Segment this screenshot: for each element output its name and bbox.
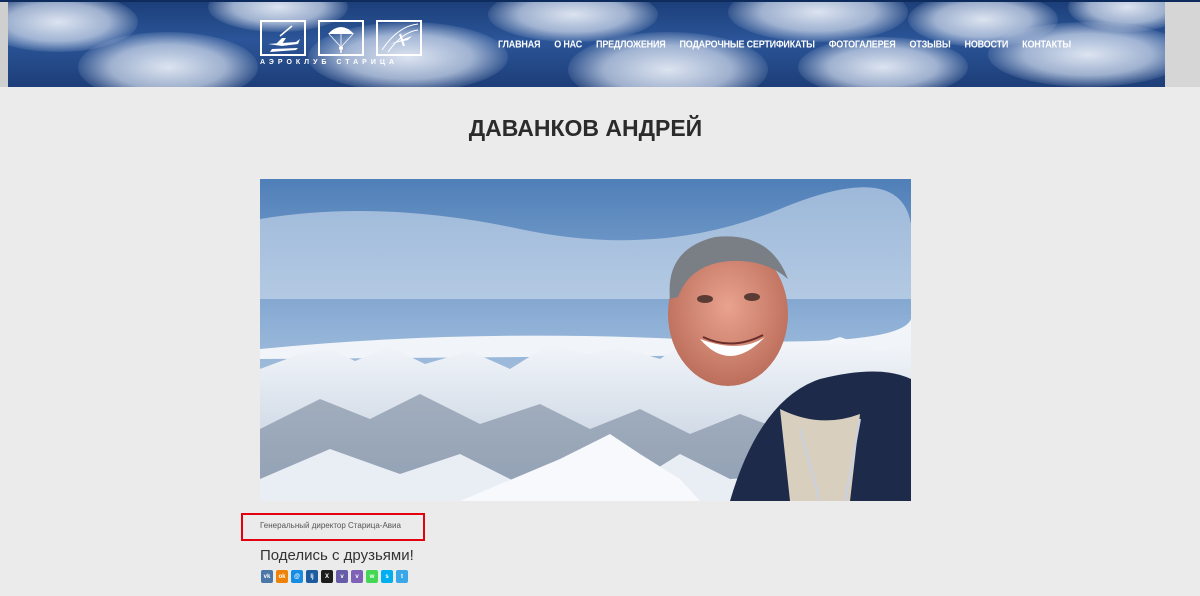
portrait-photo (260, 179, 911, 501)
nav-gift-certificates[interactable]: ПОДАРОЧНЫЕ СЕРТИФИКАТЫ (680, 38, 815, 50)
skype-icon[interactable]: s (381, 570, 393, 583)
nav-about[interactable]: О НАС (554, 38, 582, 50)
viber-icon[interactable]: v (336, 570, 348, 583)
mailru-icon[interactable]: @ (291, 570, 303, 583)
site-header: АЭРОКЛУБ СТАРИЦА ГЛАВНАЯ О НАС ПРЕДЛОЖЕН… (0, 0, 1200, 87)
airplane-logo-icon (260, 20, 306, 56)
nav-news[interactable]: НОВОСТИ (965, 38, 1009, 50)
photo-caption: Генеральный директор Старица-Авиа (260, 521, 401, 530)
parachute-logo-icon (318, 20, 364, 56)
nav-contacts[interactable]: КОНТАКТЫ (1022, 38, 1071, 50)
telegram-icon[interactable]: t (396, 570, 408, 583)
viber2-icon[interactable]: v (351, 570, 363, 583)
header-right-margin (1165, 2, 1200, 87)
share-buttons: vk ok @ lj Xv v w s t (261, 570, 408, 583)
x-icon[interactable]: X (321, 570, 333, 583)
share-title: Поделись с друзьями! (260, 547, 414, 564)
site-logo[interactable]: АЭРОКЛУБ СТАРИЦА (260, 20, 425, 70)
nav-home[interactable]: ГЛАВНАЯ (498, 38, 540, 50)
livejournal-icon[interactable]: lj (306, 570, 318, 583)
vk-icon[interactable]: vk (261, 570, 273, 583)
glider-logo-icon (376, 20, 422, 56)
nav-reviews[interactable]: ОТЗЫВЫ (909, 38, 950, 50)
main-navigation: ГЛАВНАЯ О НАС ПРЕДЛОЖЕНИЯ ПОДАРОЧНЫЕ СЕР… (498, 38, 1085, 50)
page-title: ДАВАНКОВ АНДРЕЙ (468, 115, 703, 141)
whatsapp-icon[interactable]: w (366, 570, 378, 583)
odnoklassniki-icon[interactable]: ok (276, 570, 288, 583)
logo-caption: АЭРОКЛУБ СТАРИЦА (260, 59, 399, 66)
header-left-margin (0, 2, 8, 87)
nav-photo-gallery[interactable]: ФОТОГАЛЕРЕЯ (829, 38, 896, 50)
nav-offers[interactable]: ПРЕДЛОЖЕНИЯ (596, 38, 666, 50)
